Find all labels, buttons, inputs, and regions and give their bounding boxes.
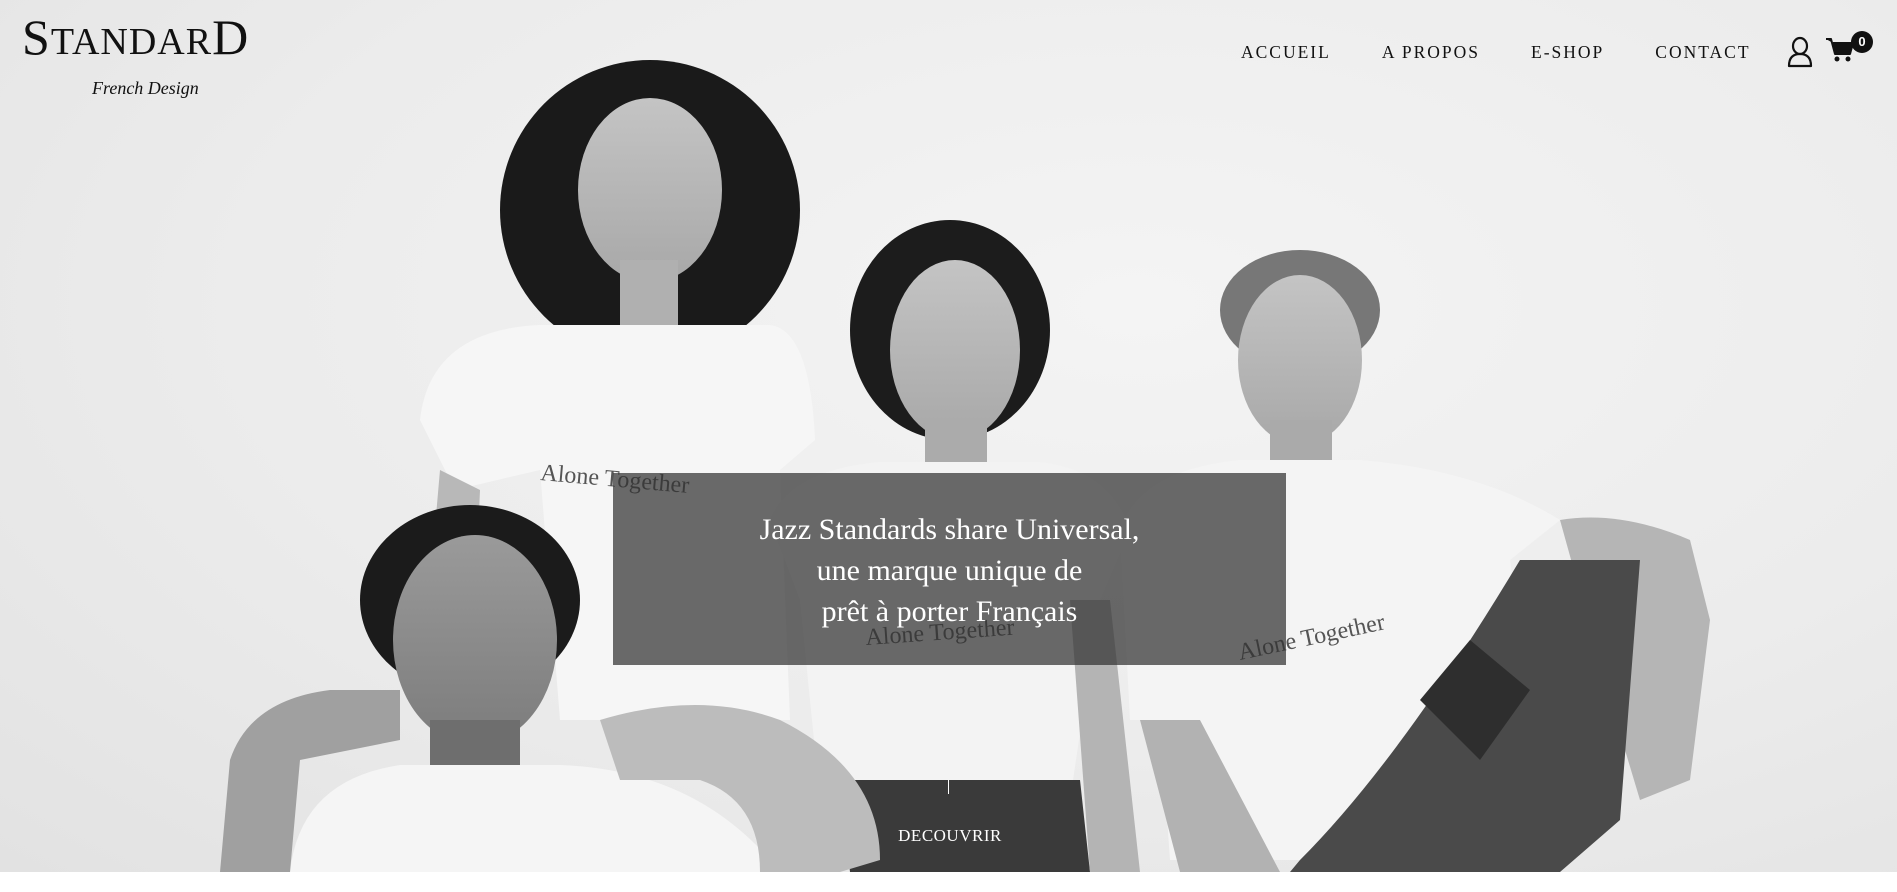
hero-headline: Jazz Standards share Universal, une marq…: [613, 509, 1286, 632]
nav-item-contact[interactable]: CONTACT: [1655, 40, 1750, 64]
hero-headline-line: prêt à porter Français: [821, 595, 1078, 628]
main-nav: ACCUEIL A PROPOS E-SHOP CONTACT: [1241, 40, 1751, 64]
hero-section: Alone TogetherAlone TogetherAlone Togeth…: [0, 0, 1897, 872]
hero-headline-line: Jazz Standards share Universal,: [759, 513, 1140, 546]
nav-item-a-propos[interactable]: A PROPOS: [1382, 40, 1480, 64]
cart-count-badge[interactable]: 0: [1851, 31, 1873, 53]
brand-tagline: French Design: [92, 78, 199, 98]
hero-overlay-box: Jazz Standards share Universal, une marq…: [613, 473, 1286, 665]
user-icon[interactable]: [1787, 36, 1813, 68]
discover-button[interactable]: DECOUVRIR: [880, 826, 1020, 846]
hero-photo: Alone TogetherAlone TogetherAlone Togeth…: [220, 60, 1710, 872]
brand-name: STANDARD: [22, 9, 250, 65]
nav-item-e-shop[interactable]: E-SHOP: [1531, 40, 1604, 64]
brand-logo[interactable]: STANDARD French Design: [22, 9, 282, 98]
hero-headline-line: une marque unique de: [816, 554, 1083, 587]
nav-item-accueil[interactable]: ACCUEIL: [1241, 40, 1331, 64]
scroll-indicator: [948, 780, 949, 794]
